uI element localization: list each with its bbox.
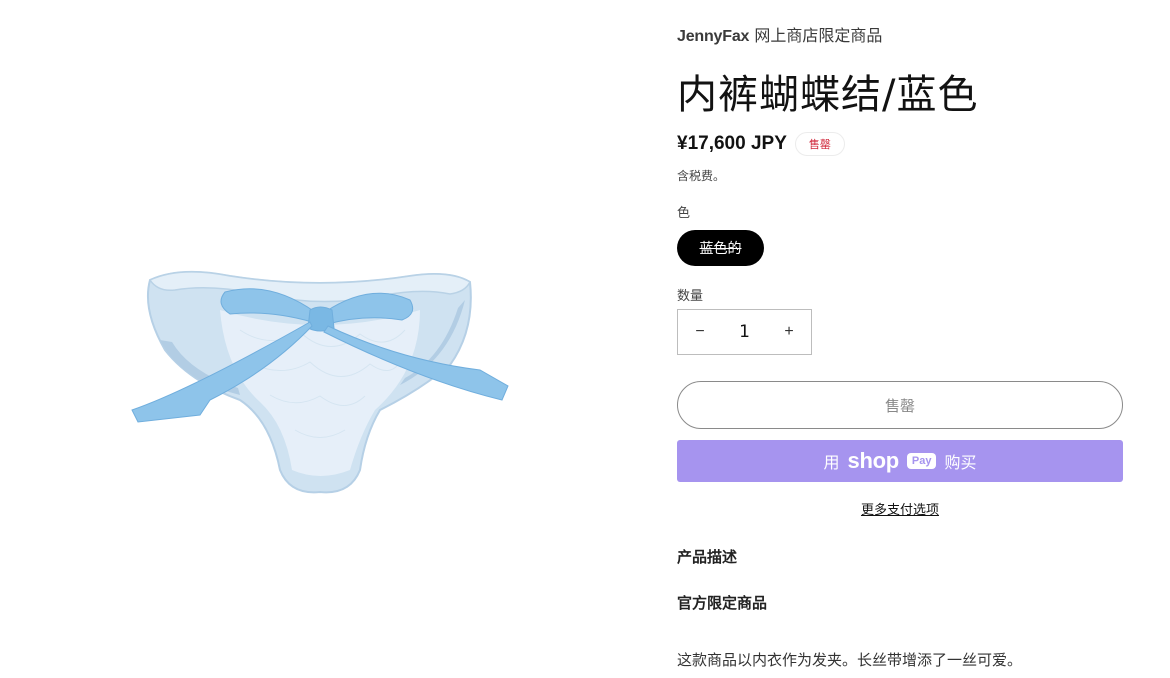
pay-tag: Pay: [906, 453, 937, 469]
shop-pay-suffix: 购买: [944, 453, 977, 472]
quantity-input[interactable]: 1: [722, 322, 767, 342]
more-payment-options-row: 更多支付选项: [677, 499, 1123, 518]
vendor-suffix: 网上商店限定商品: [754, 26, 883, 45]
product-media: [0, 0, 640, 678]
quantity-stepper: − 1 +: [677, 309, 812, 355]
shop-pay-prefix: 用: [823, 453, 840, 472]
more-payment-options-link[interactable]: 更多支付选项: [861, 503, 939, 518]
vendor-brand: JennyFax: [677, 28, 750, 45]
price-row: ¥17,600 JPY 售罄: [677, 132, 845, 156]
sold-out-button[interactable]: 售罄: [677, 381, 1123, 429]
quantity-label: 数量: [677, 289, 704, 304]
color-label: 色: [677, 206, 691, 221]
quantity-decrease-button[interactable]: −: [678, 310, 722, 354]
product-title: 内裤蝴蝶结/蓝色: [677, 72, 979, 118]
shop-logo: shop: [847, 448, 900, 473]
sold-out-badge: 售罄: [794, 132, 845, 156]
product-price: ¥17,600 JPY: [677, 133, 787, 154]
tax-note: 含税费。: [677, 169, 726, 183]
shop-pay-button[interactable]: 用 shop Pay 购买: [677, 440, 1123, 482]
product-image[interactable]: [120, 270, 520, 500]
vendor-line: JennyFax 网上商店限定商品: [677, 22, 882, 46]
quantity-increase-button[interactable]: +: [767, 310, 811, 354]
description-body: 这款商品以内衣作为发夹。长丝带增添了一丝可爱。: [677, 651, 1023, 669]
description-subheading: 官方限定商品: [677, 594, 768, 612]
description-heading: 产品描述: [677, 548, 738, 566]
color-option-blue[interactable]: 蓝色的: [677, 230, 764, 266]
